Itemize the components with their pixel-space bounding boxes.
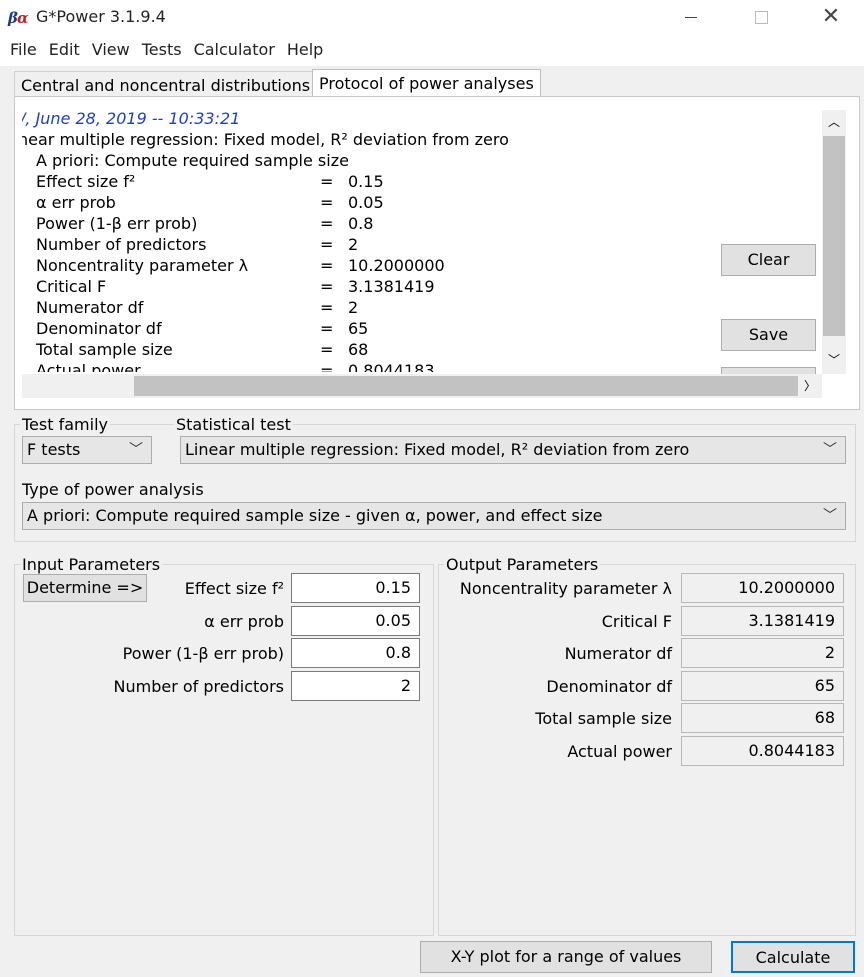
output-parameters-label: Output Parameters bbox=[444, 555, 601, 574]
protocol-timestamp: /, June 28, 2019 -- 10:33:21 bbox=[22, 109, 241, 128]
protocol-row: Power (1-β err prob) = 0.8 bbox=[36, 214, 374, 233]
test-family-select[interactable]: F tests ﹀ bbox=[22, 436, 152, 464]
protocol-row: Numerator df = 2 bbox=[36, 298, 359, 317]
gpower-logo-icon: βα bbox=[8, 9, 28, 27]
menu-edit[interactable]: Edit bbox=[43, 36, 86, 59]
xy-plot-button[interactable]: X-Y plot for a range of values bbox=[420, 941, 712, 973]
protocol-row: Critical F = 3.1381419 bbox=[36, 277, 435, 296]
maximize-button[interactable] bbox=[738, 0, 784, 34]
power-analysis-label: Type of power analysis bbox=[20, 480, 206, 499]
critical-f-label: Critical F bbox=[601, 612, 672, 631]
protocol-row: Actual power = 0.8044183 bbox=[36, 361, 435, 372]
noncentrality-output: 10.2000000 bbox=[681, 573, 844, 603]
chevron-down-icon: ﹀ bbox=[823, 442, 837, 458]
protocol-row: Denominator df = 65 bbox=[36, 319, 369, 338]
menu-view[interactable]: View bbox=[86, 36, 136, 59]
menu-help[interactable]: Help bbox=[281, 36, 329, 59]
num-predictors-field[interactable]: 2 bbox=[291, 671, 420, 701]
critical-f-output: 3.1381419 bbox=[681, 606, 844, 636]
window-title: G*Power 3.1.9.4 bbox=[36, 7, 166, 26]
statistical-test-value: Linear multiple regression: Fixed model,… bbox=[185, 440, 690, 459]
protocol-analysis-line: A priori: Compute required sample size bbox=[36, 151, 349, 170]
numerator-df-label: Numerator df bbox=[564, 644, 672, 663]
scroll-down-icon[interactable]: ﹀ bbox=[822, 348, 846, 372]
test-family-label: Test family bbox=[20, 415, 110, 434]
noncentrality-label: Noncentrality parameter λ bbox=[459, 579, 672, 598]
total-sample-size-output: 68 bbox=[681, 703, 844, 733]
protocol-test-line: hear multiple regression: Fixed model, R… bbox=[22, 130, 509, 149]
statistical-test-select[interactable]: Linear multiple regression: Fixed model,… bbox=[180, 436, 846, 464]
actual-power-output: 0.8044183 bbox=[681, 736, 844, 766]
menu-calculator[interactable]: Calculator bbox=[188, 36, 281, 59]
scroll-right-icon[interactable]: 〉 bbox=[798, 374, 822, 398]
protocol-text-area[interactable]: /, June 28, 2019 -- 10:33:21 hear multip… bbox=[22, 108, 710, 372]
horizontal-scroll-thumb[interactable] bbox=[134, 376, 798, 396]
calculate-button[interactable]: Calculate bbox=[731, 941, 855, 973]
alpha-err-field[interactable]: 0.05 bbox=[291, 606, 420, 636]
determine-button[interactable]: Determine => bbox=[23, 574, 147, 602]
effect-size-label: Effect size f² bbox=[184, 579, 284, 598]
scroll-up-icon[interactable]: ︿ bbox=[822, 110, 846, 134]
protocol-row: Total sample size = 68 bbox=[36, 340, 369, 359]
actual-power-label: Actual power bbox=[567, 742, 672, 761]
protocol-row: Noncentrality parameter λ = 10.2000000 bbox=[36, 256, 445, 275]
test-family-value: F tests bbox=[27, 440, 81, 459]
horizontal-scrollbar[interactable]: 〉 bbox=[22, 374, 822, 398]
close-icon: ✕ bbox=[821, 4, 841, 29]
input-parameters-label: Input Parameters bbox=[20, 555, 163, 574]
power-field[interactable]: 0.8 bbox=[291, 638, 420, 668]
denominator-df-output: 65 bbox=[681, 671, 844, 701]
vertical-scrollbar[interactable]: ︿ ﹀ bbox=[822, 110, 846, 374]
vertical-scroll-thumb[interactable] bbox=[823, 136, 845, 336]
clear-button[interactable]: Clear bbox=[721, 244, 816, 276]
chevron-down-icon: ﹀ bbox=[129, 442, 143, 458]
protocol-row: Number of predictors = 2 bbox=[36, 235, 359, 254]
menu-file[interactable]: File bbox=[0, 36, 43, 59]
close-button[interactable]: ✕ bbox=[808, 0, 854, 34]
power-analysis-select[interactable]: A priori: Compute required sample size -… bbox=[22, 502, 846, 530]
effect-size-field[interactable]: 0.15 bbox=[291, 573, 420, 603]
tab-central-noncentral-distributions[interactable]: Central and noncentral distributions bbox=[14, 71, 318, 97]
save-button[interactable]: Save bbox=[721, 319, 816, 351]
protocol-row: Effect size f² = 0.15 bbox=[36, 172, 384, 191]
denominator-df-label: Denominator df bbox=[546, 677, 672, 696]
power-label: Power (1-β err prob) bbox=[122, 644, 284, 663]
tab-protocol-of-power-analyses[interactable]: Protocol of power analyses bbox=[312, 69, 541, 98]
menu-bar: File Edit View Tests Calculator Help bbox=[0, 36, 864, 66]
title-bar: βα G*Power 3.1.9.4 ✕ bbox=[0, 0, 864, 36]
protocol-row: α err prob = 0.05 bbox=[36, 193, 384, 212]
menu-tests[interactable]: Tests bbox=[136, 36, 188, 59]
minimize-button[interactable] bbox=[668, 0, 714, 34]
statistical-test-label: Statistical test bbox=[174, 415, 293, 434]
power-analysis-value: A priori: Compute required sample size -… bbox=[27, 506, 603, 525]
total-sample-size-label: Total sample size bbox=[535, 709, 672, 728]
num-predictors-label: Number of predictors bbox=[113, 677, 284, 696]
numerator-df-output: 2 bbox=[681, 638, 844, 668]
chevron-down-icon: ﹀ bbox=[823, 508, 837, 524]
alpha-err-label: α err prob bbox=[204, 612, 284, 631]
